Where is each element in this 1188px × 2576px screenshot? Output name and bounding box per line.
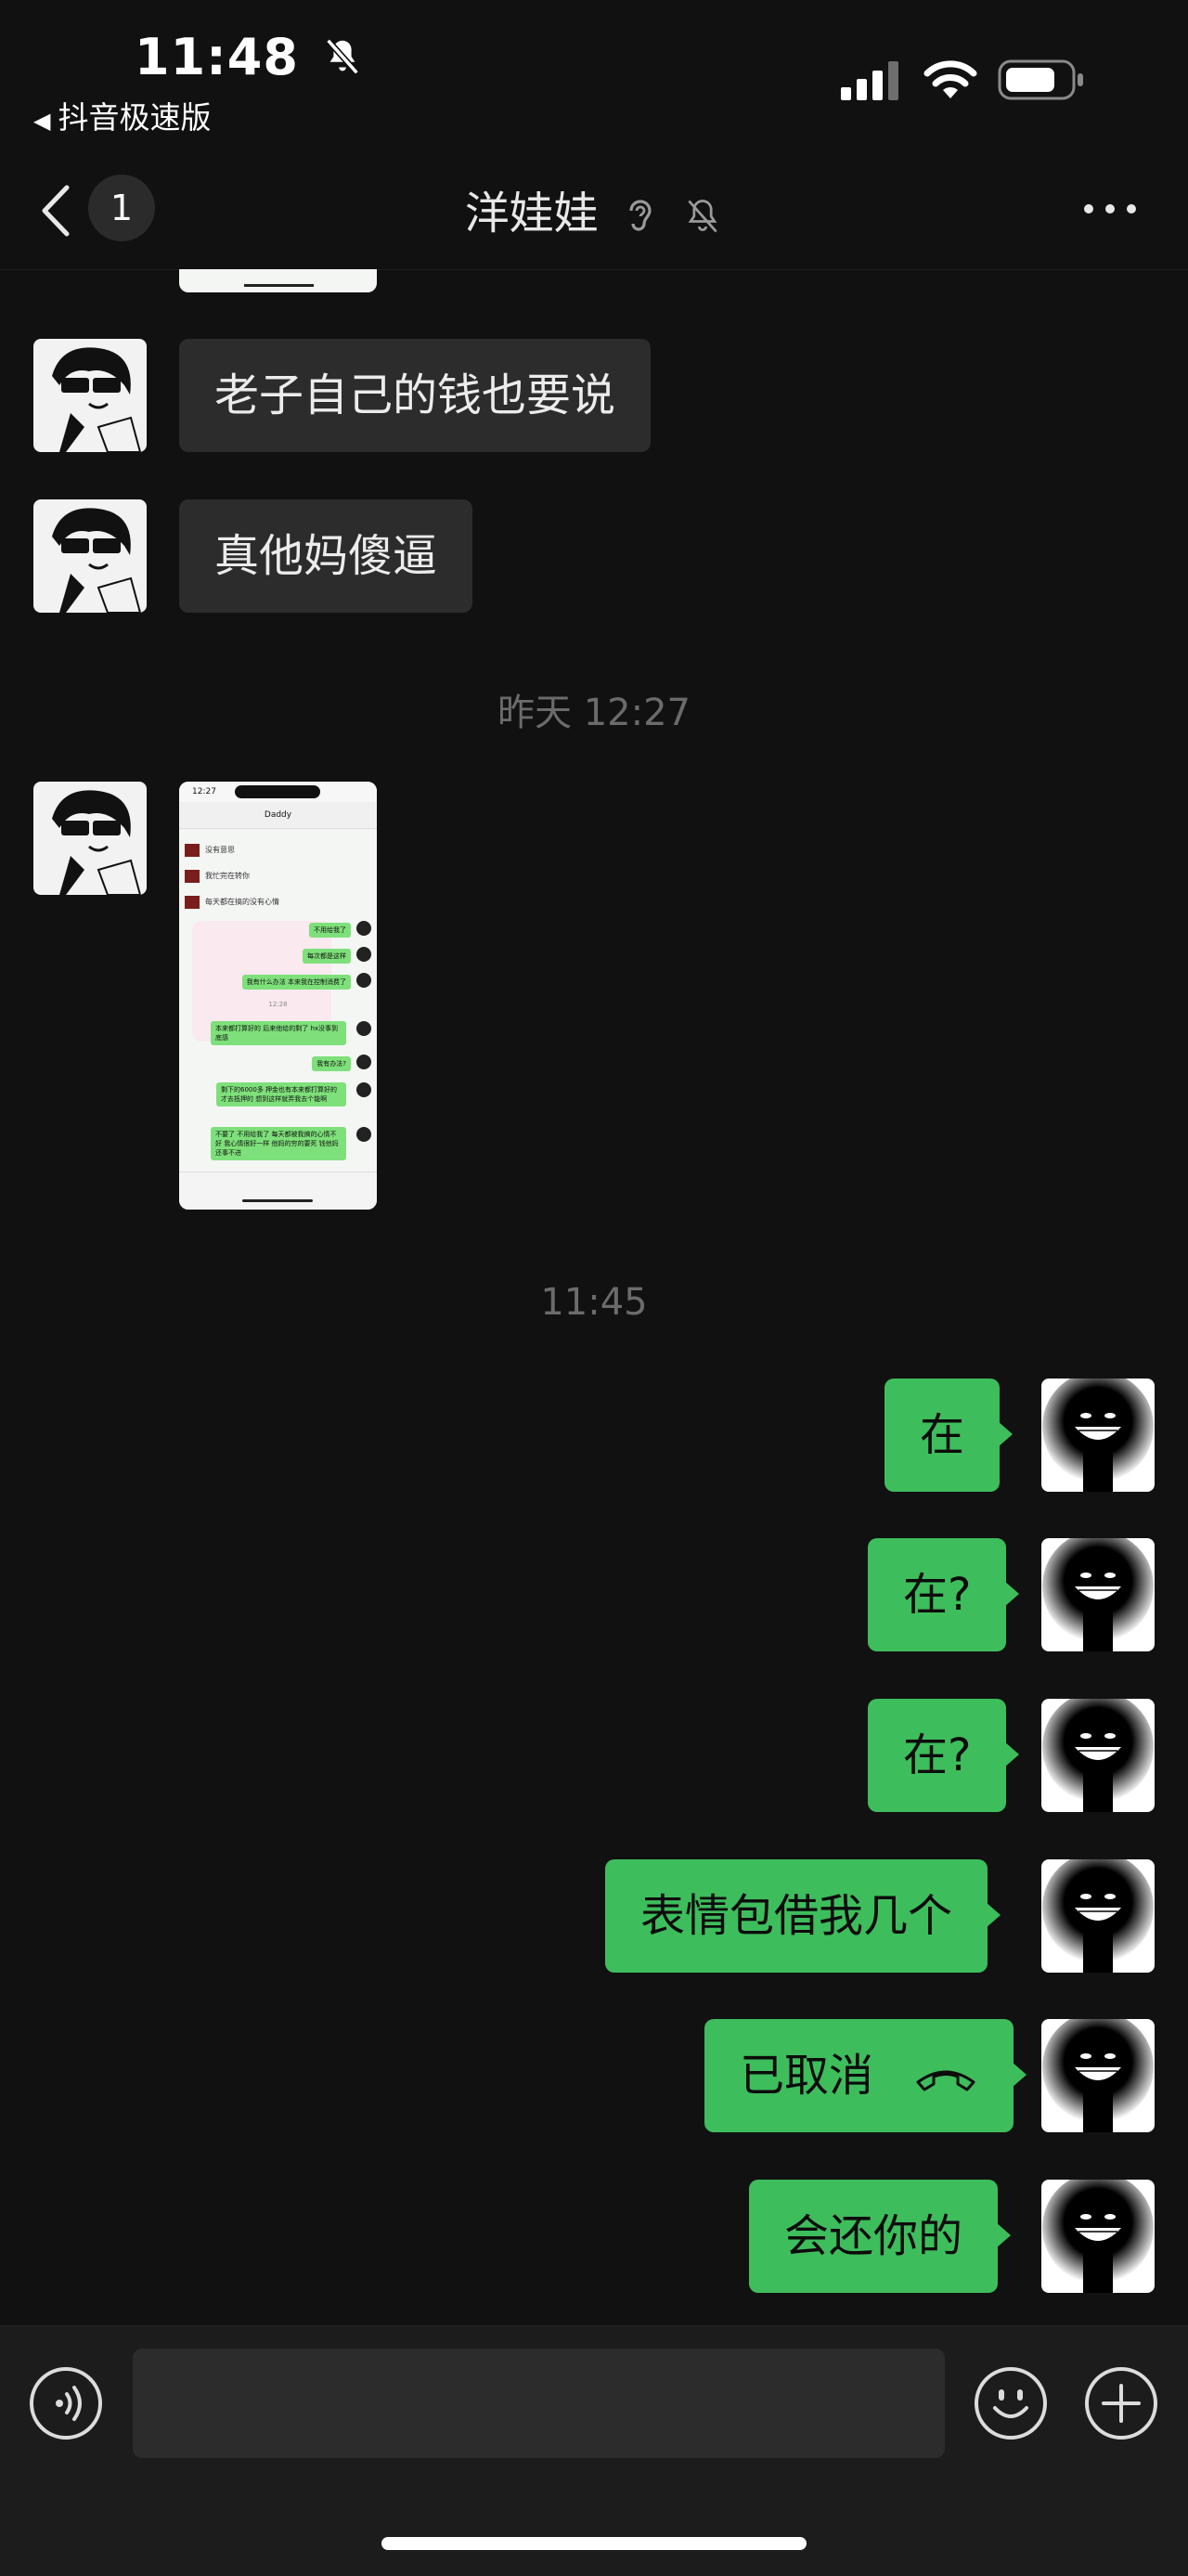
phone-hangup-icon: [916, 2070, 975, 2091]
received-message-bubble[interactable]: 真他妈傻逼: [179, 499, 473, 613]
thumb-line: 我有办法?: [312, 1056, 351, 1071]
thumb-title: Daddy: [264, 810, 292, 820]
my-avatar[interactable]: [1041, 1379, 1155, 1492]
sent-message-bubble[interactable]: 在?: [868, 1699, 1021, 1812]
thumb-line: 本来都打算好的 后来他给的剩了 hx没事到底感: [211, 1021, 346, 1045]
cellular-signal-icon: [841, 61, 898, 100]
my-avatar[interactable]: [1041, 1538, 1155, 1651]
my-avatar[interactable]: [1041, 1859, 1155, 1973]
bell-muted-icon: [325, 38, 359, 75]
my-avatar[interactable]: [1041, 2019, 1155, 2132]
my-avatar[interactable]: [1041, 2180, 1155, 2293]
sent-message-bubble[interactable]: 会还你的: [749, 2180, 1012, 2293]
battery-icon: [998, 59, 1083, 100]
sent-message-bubble[interactable]: 表情包借我几个: [605, 1859, 1001, 1973]
contact-avatar[interactable]: [33, 339, 147, 452]
back-to-app-link[interactable]: ◀ 抖音极速版: [33, 93, 211, 137]
thumb-line: 每天都在搞的没有心情: [205, 898, 279, 906]
status-time: 11:48: [135, 28, 364, 86]
thumb-line: 每次都是这样: [303, 949, 351, 964]
back-triangle-icon: ◀: [33, 108, 51, 134]
sent-message-bubble[interactable]: 在: [885, 1379, 1014, 1492]
ear-icon: [629, 200, 652, 231]
thumb-line: 没有意思: [205, 846, 235, 854]
wifi-icon: [923, 60, 977, 98]
thumb-line: 不用给我了: [309, 923, 351, 938]
more-options-icon[interactable]: [1081, 200, 1139, 218]
mute-bell-icon: [688, 200, 717, 233]
my-avatar[interactable]: [1041, 1699, 1155, 1812]
call-cancelled-bubble[interactable]: 已取消: [704, 2019, 1027, 2132]
chat-title: 洋娃娃: [0, 176, 1188, 241]
sent-message-bubble[interactable]: 在?: [868, 1538, 1021, 1651]
thumb-line: 剩下的6000多 押金也有本来都打算好的才去抵押的 想到这样就弄我去个能啊: [216, 1082, 346, 1107]
add-more-icon[interactable]: [1083, 2365, 1159, 2441]
received-message-bubble[interactable]: 老子自己的钱也要说: [179, 339, 652, 452]
thumb-line: 不要了 不用给我了 每天都被我搞的心情不好 我心情很好一样 他妈的穷的要死 钱他…: [211, 1127, 346, 1160]
contact-avatar[interactable]: [33, 782, 147, 895]
message-input[interactable]: [133, 2349, 945, 2458]
contact-name: 洋娃娃: [464, 188, 599, 239]
image-message-partial[interactable]: [179, 269, 377, 292]
contact-avatar[interactable]: [33, 499, 147, 613]
voice-input-icon[interactable]: [28, 2365, 104, 2441]
emoji-icon[interactable]: [973, 2365, 1049, 2441]
home-indicator[interactable]: [381, 2537, 807, 2550]
thumb-time: 12:27: [192, 787, 216, 796]
thumb-line: 12:28: [268, 1001, 288, 1008]
message-timestamp: 11:45: [540, 1281, 648, 1324]
screenshot-image-message[interactable]: 12:27 Daddy 没有意思 我忙完在转你 每天都在搞的没有心情 不用给我了…: [179, 782, 377, 1210]
thumb-line: 我忙完在转你: [205, 872, 250, 880]
thumb-line: 我有什么办法 本来我在控制消费了: [241, 975, 351, 990]
message-timestamp: 昨天 12:27: [497, 692, 691, 734]
